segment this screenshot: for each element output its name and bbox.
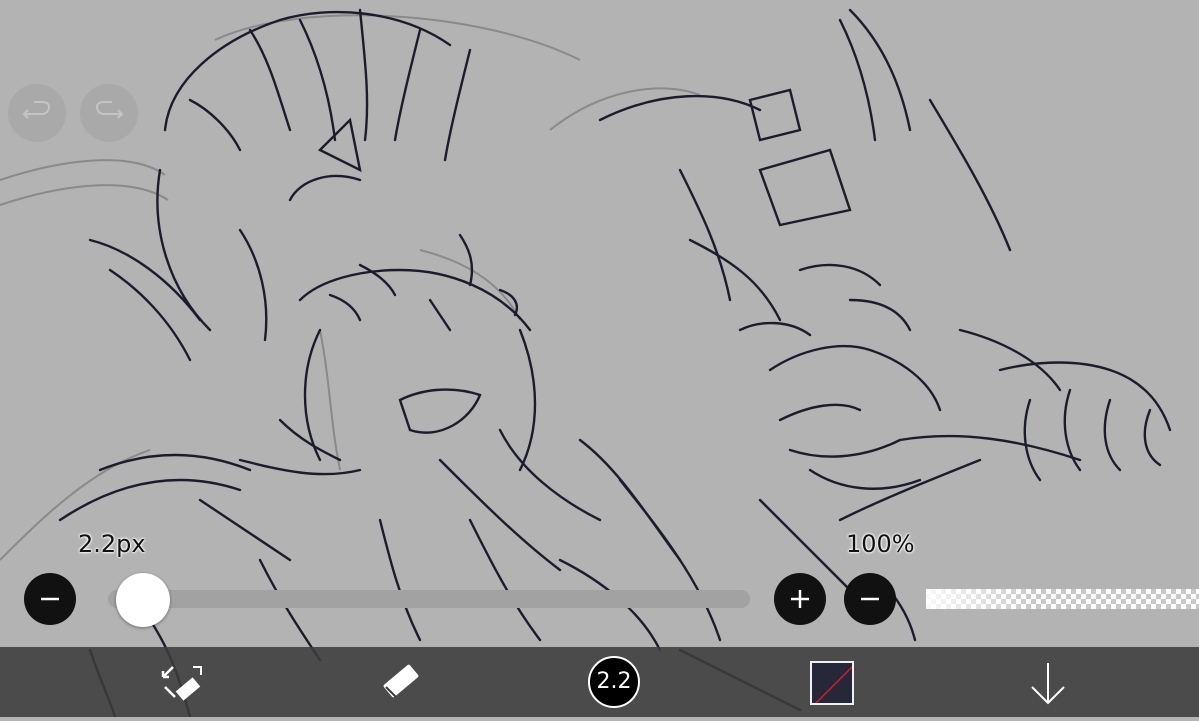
brush-size-badge: 2.2 [588, 656, 640, 708]
drawing-canvas[interactable] [0, 0, 1199, 717]
undo-button[interactable] [8, 84, 66, 142]
brush-tool-button[interactable]: 2.2 [586, 647, 646, 717]
redo-button[interactable] [80, 84, 138, 142]
eraser-icon [383, 664, 419, 698]
eraser-tool-button[interactable] [372, 647, 428, 717]
redo-icon [95, 101, 124, 119]
collapse-button[interactable] [1020, 647, 1076, 717]
transform-tool-button[interactable] [155, 647, 211, 717]
plus-icon [791, 590, 809, 608]
current-color-swatch [810, 661, 854, 705]
opacity-slider-gradient [926, 589, 1199, 609]
opacity-label: 100% [846, 530, 915, 558]
color-swatch-diagonal [814, 665, 852, 703]
brush-size-slider-track[interactable] [108, 590, 750, 608]
brush-size-label: 2.2px [78, 530, 146, 558]
opacity-increase-button[interactable] [774, 573, 826, 625]
arrow-down-icon [1031, 663, 1065, 705]
brush-size-decrease-button[interactable] [24, 573, 76, 625]
color-picker-button[interactable] [808, 647, 856, 717]
transform-icon [161, 666, 202, 701]
minus-icon [861, 597, 879, 601]
opacity-decrease-button[interactable] [844, 573, 896, 625]
brush-size-slider-thumb[interactable] [115, 573, 170, 627]
minus-icon [41, 597, 59, 601]
bottom-toolbar: 2.2 [0, 647, 1199, 717]
undo-icon [22, 101, 51, 119]
